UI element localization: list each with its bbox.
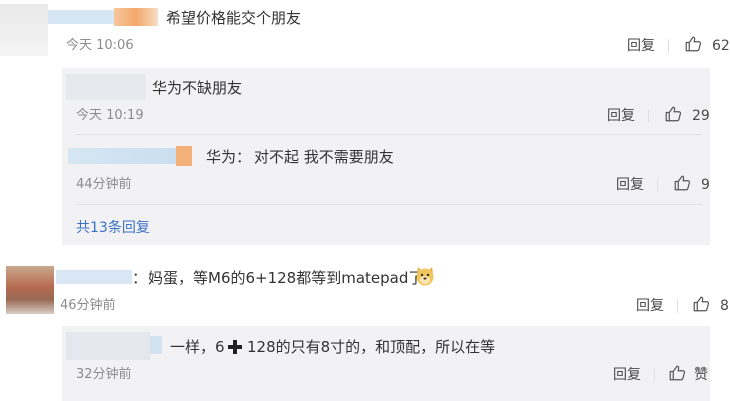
- separator: [677, 299, 678, 313]
- divider: [76, 204, 702, 205]
- thumbs-up-icon: [664, 105, 682, 127]
- avatar-blurred[interactable]: [66, 74, 146, 100]
- reply-button[interactable]: 回复: [636, 297, 664, 315]
- like-button[interactable]: 62: [684, 36, 730, 56]
- like-button[interactable]: 9: [673, 175, 710, 195]
- comment-prefix: ：: [132, 269, 148, 287]
- username-blurred[interactable]: [48, 10, 114, 24]
- like-count: 9: [701, 177, 710, 193]
- like-label: 赞: [694, 367, 708, 383]
- like-count: 8: [720, 298, 729, 314]
- thumbs-up-icon: [668, 364, 686, 386]
- reply-button[interactable]: 回复: [627, 37, 655, 55]
- like-count: 62: [712, 38, 730, 54]
- separator: [657, 178, 658, 192]
- username-blurred[interactable]: [150, 336, 162, 354]
- separator: [668, 39, 669, 53]
- thumbs-up-icon: [673, 174, 691, 196]
- separator: [654, 368, 655, 382]
- view-all-replies-link[interactable]: 共13条回复: [76, 219, 150, 237]
- reply-button[interactable]: 回复: [607, 107, 635, 125]
- like-count: 29: [692, 108, 710, 124]
- reply-text: 一样，6: [170, 338, 225, 356]
- avatar-blurred[interactable]: [0, 4, 48, 56]
- reply-time: 44分钟前: [76, 177, 132, 192]
- username-blurred-part: [114, 8, 158, 26]
- divider: [76, 134, 702, 135]
- reply-button[interactable]: 回复: [616, 176, 644, 194]
- comment-time: 46分钟前: [60, 298, 116, 313]
- plus-icon: [227, 339, 243, 355]
- comment-time: 今天 10:06: [66, 38, 134, 53]
- avatar-blurred[interactable]: [66, 332, 150, 360]
- reply-time: 今天 10:19: [76, 108, 144, 123]
- username-blurred[interactable]: [68, 148, 176, 164]
- doge-emoji: [414, 265, 436, 287]
- reply-button[interactable]: 回复: [613, 366, 641, 384]
- reply-prefix: 华为：: [206, 148, 252, 166]
- thumbs-up-icon: [692, 295, 710, 317]
- username-blurred-part: [176, 146, 192, 166]
- avatar-blurred[interactable]: [6, 266, 54, 314]
- comment-text: 妈蛋，等M6的6+128都等到matepad了: [148, 269, 424, 287]
- username-blurred[interactable]: [56, 270, 132, 284]
- comment-text: 希望价格能交个朋友: [166, 9, 302, 27]
- like-button[interactable]: 29: [664, 106, 710, 126]
- reply-text: 华为不缺朋友: [152, 79, 243, 97]
- separator: [648, 109, 649, 123]
- reply-time: 32分钟前: [76, 367, 132, 382]
- reply-text: 对不起 我不需要朋友: [254, 148, 394, 166]
- like-button[interactable]: 赞: [668, 365, 708, 385]
- reply-text: 128的只有8寸的，和顶配，所以在等: [247, 338, 496, 356]
- thumbs-up-icon: [684, 35, 702, 57]
- like-button[interactable]: 8: [692, 296, 729, 316]
